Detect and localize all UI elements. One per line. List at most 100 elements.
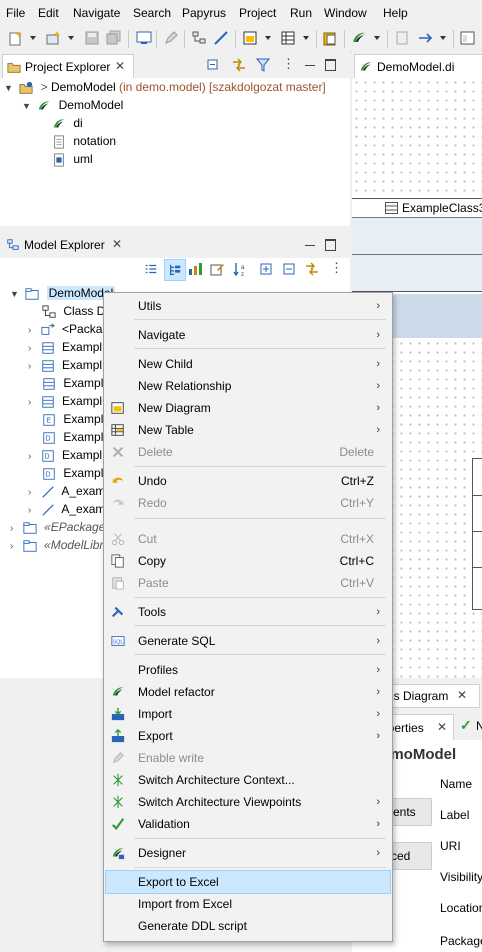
tree-row-datatype[interactable]: D Exampl bbox=[42, 428, 103, 446]
edit-icon[interactable] bbox=[209, 261, 225, 277]
menu-item-new-diagram[interactable]: New Diagram › bbox=[106, 397, 390, 419]
chevron-right-icon[interactable]: › bbox=[28, 343, 31, 354]
menu-item-designer[interactable]: Designer › bbox=[106, 842, 390, 864]
new-diagram-dropdown-icon[interactable] bbox=[265, 36, 271, 40]
link-editor-icon[interactable] bbox=[304, 261, 320, 277]
new-project-icon[interactable] bbox=[45, 30, 61, 46]
tree-row-di[interactable]: di bbox=[52, 114, 83, 132]
tree-row-association[interactable]: › A_exam bbox=[28, 500, 105, 518]
tree-row-datatype[interactable]: D Exampl bbox=[42, 464, 103, 482]
tree-row-class[interactable]: › Exampl bbox=[28, 356, 102, 374]
menu-item-new-table[interactable]: New Table › bbox=[106, 419, 390, 441]
tree-row-notation[interactable]: notation bbox=[52, 132, 116, 150]
menu-file[interactable]: File bbox=[6, 6, 25, 20]
tree-row-association[interactable]: › A_exam bbox=[28, 482, 105, 500]
close-icon[interactable]: ✕ bbox=[112, 237, 122, 251]
menu-navigate[interactable]: Navigate bbox=[73, 6, 120, 20]
menu-item-paste[interactable]: Paste Ctrl+V bbox=[106, 572, 390, 594]
minimize-icon[interactable] bbox=[305, 65, 315, 66]
chevron-down-icon[interactable]: ▼ bbox=[10, 289, 19, 299]
list-view-icon[interactable] bbox=[144, 262, 158, 276]
tree-row-class[interactable]: › Exampl bbox=[28, 392, 102, 410]
menu-project[interactable]: Project bbox=[239, 6, 276, 20]
new-icon[interactable] bbox=[8, 30, 24, 46]
line-tool-icon[interactable] bbox=[213, 30, 229, 46]
tree-row-package[interactable]: › <Packa bbox=[28, 320, 102, 338]
shape-edge[interactable] bbox=[472, 458, 482, 610]
perspective-icon[interactable] bbox=[460, 30, 476, 46]
menu-item-generate-sql[interactable]: SQL Generate SQL › bbox=[106, 630, 390, 652]
menu-item-switch-architecture-context[interactable]: Switch Architecture Context... bbox=[106, 769, 390, 791]
chevron-down-icon[interactable]: ▼ bbox=[22, 101, 31, 111]
menu-window[interactable]: Window bbox=[324, 6, 367, 20]
tree-row-class[interactable]: Exampl bbox=[42, 374, 103, 392]
clipboard-icon[interactable] bbox=[322, 30, 338, 46]
menu-item-new-child[interactable]: New Child › bbox=[106, 353, 390, 375]
papyrus-dropdown-icon[interactable] bbox=[374, 36, 380, 40]
link-editor-icon[interactable] bbox=[231, 57, 247, 73]
tree-view-toggle[interactable] bbox=[164, 259, 186, 281]
menu-item-utils[interactable]: Utils › bbox=[106, 295, 390, 317]
collapse-all-icon[interactable] bbox=[205, 57, 221, 73]
chevron-down-icon[interactable]: ▼ bbox=[4, 83, 13, 93]
menu-papyrus[interactable]: Papyrus bbox=[182, 6, 226, 20]
new-table-dropdown-icon[interactable] bbox=[303, 36, 309, 40]
menu-item-export[interactable]: Export › bbox=[106, 725, 390, 747]
chevron-right-icon[interactable]: › bbox=[28, 397, 31, 408]
view-menu-icon[interactable]: ⋮ bbox=[282, 56, 295, 72]
pencil-icon[interactable] bbox=[163, 30, 179, 46]
tab-demomodel-di[interactable]: DemoModel.di bbox=[354, 54, 482, 79]
save-icon[interactable] bbox=[84, 30, 100, 46]
forward-arrow-icon[interactable] bbox=[418, 30, 434, 46]
tree-row-class[interactable]: › Exampl bbox=[28, 338, 102, 356]
console-icon[interactable] bbox=[136, 30, 152, 46]
menu-run[interactable]: Run bbox=[290, 6, 312, 20]
menu-item-delete[interactable]: Delete Delete bbox=[106, 441, 390, 463]
new-project-dropdown-icon[interactable] bbox=[68, 36, 74, 40]
close-icon[interactable]: ✕ bbox=[115, 59, 125, 73]
menu-item-validation[interactable]: Validation › bbox=[106, 813, 390, 835]
view-menu-icon[interactable]: ⋮ bbox=[330, 260, 343, 276]
new-dropdown-icon[interactable] bbox=[30, 36, 36, 40]
menu-item-import[interactable]: Import › bbox=[106, 703, 390, 725]
chevron-right-icon[interactable]: › bbox=[10, 541, 13, 552]
chevron-right-icon[interactable]: › bbox=[28, 487, 31, 498]
menu-item-generate-ddl-script[interactable]: Generate DDL script bbox=[106, 915, 390, 937]
menu-search[interactable]: Search bbox=[133, 6, 171, 20]
menu-item-import-from-excel[interactable]: Import from Excel bbox=[106, 893, 390, 915]
expand-all-icon[interactable] bbox=[258, 261, 274, 277]
collapse-all-icon[interactable] bbox=[281, 261, 297, 277]
filter-icon[interactable] bbox=[255, 57, 271, 73]
menu-item-model-refactor[interactable]: Model refactor › bbox=[106, 681, 390, 703]
close-icon[interactable]: ✕ bbox=[457, 688, 467, 702]
menu-item-navigate[interactable]: Navigate › bbox=[106, 324, 390, 346]
check-icon[interactable]: ✓ bbox=[460, 717, 472, 734]
papyrus-icon[interactable] bbox=[351, 30, 367, 46]
chevron-right-icon[interactable]: › bbox=[28, 451, 31, 462]
new-table-icon[interactable] bbox=[281, 30, 297, 46]
chevron-right-icon[interactable]: › bbox=[28, 361, 31, 372]
menu-item-copy[interactable]: Copy Ctrl+C bbox=[106, 550, 390, 572]
chevron-right-icon[interactable]: › bbox=[10, 523, 13, 534]
history-icon[interactable] bbox=[394, 30, 410, 46]
menu-item-enable-write[interactable]: Enable write bbox=[106, 747, 390, 769]
chevron-right-icon[interactable]: › bbox=[28, 325, 31, 336]
chevron-right-icon[interactable]: › bbox=[28, 505, 31, 516]
new-diagram-icon[interactable] bbox=[243, 30, 259, 46]
maximize-icon[interactable] bbox=[325, 59, 336, 71]
tree-row-project[interactable]: ▼ > DemoModel (in demo.model) [szakdolgo… bbox=[4, 78, 326, 96]
tree-row-demomodel[interactable]: ▼ DemoModel bbox=[10, 284, 116, 302]
close-icon[interactable]: ✕ bbox=[437, 720, 447, 734]
tree-row-modellibrary[interactable]: › «ModelLibr bbox=[10, 536, 103, 554]
class-shape[interactable]: ExampleClass3 bbox=[352, 198, 482, 292]
tree-row-epackage[interactable]: › «EPackage bbox=[10, 518, 105, 536]
tree-row-uml[interactable]: uml bbox=[52, 150, 93, 168]
menu-item-switch-architecture-viewpoints[interactable]: Switch Architecture Viewpoints › bbox=[106, 791, 390, 813]
tree-row-enum[interactable]: E Exampl bbox=[42, 410, 103, 428]
menu-item-cut[interactable]: Cut Ctrl+X bbox=[106, 528, 390, 550]
menu-edit[interactable]: Edit bbox=[38, 6, 59, 20]
maximize-icon[interactable] bbox=[325, 239, 336, 251]
menu-item-profiles[interactable]: Profiles › bbox=[106, 659, 390, 681]
menu-item-redo[interactable]: Redo Ctrl+Y bbox=[106, 492, 390, 514]
menu-help[interactable]: Help bbox=[383, 6, 408, 20]
